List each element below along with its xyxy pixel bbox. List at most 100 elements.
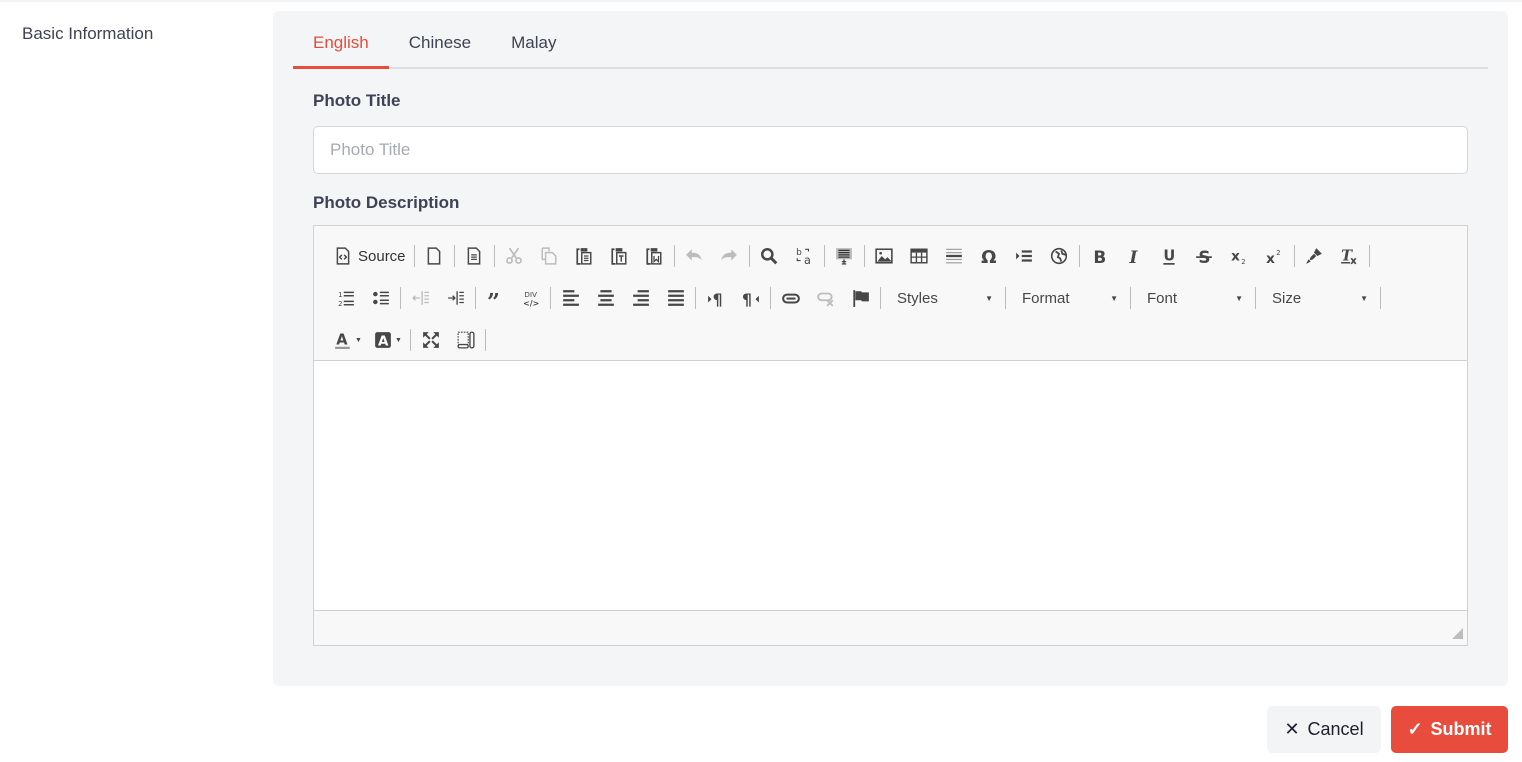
svg-text:x: x xyxy=(1266,251,1275,265)
iframe-button[interactable] xyxy=(1042,241,1077,271)
source-icon xyxy=(336,247,350,265)
svg-text:2: 2 xyxy=(338,300,342,307)
toolbar-separator xyxy=(1130,287,1131,309)
paste-word-button[interactable] xyxy=(637,241,672,271)
editor-content-area[interactable] xyxy=(314,360,1467,611)
toolbar-separator xyxy=(550,287,551,309)
toolbar-separator xyxy=(1368,245,1370,267)
submit-button[interactable]: ✓ Submit xyxy=(1391,706,1508,753)
toolbar-row-3: A ▼ A ▼ xyxy=(328,319,1467,361)
toolbar-separator xyxy=(748,245,750,267)
source-button[interactable]: Source xyxy=(328,241,412,271)
styles-dropdown[interactable]: Styles ▼ xyxy=(883,283,1003,313)
paste-text-button[interactable] xyxy=(602,241,637,271)
photo-description-label: Photo Description xyxy=(313,193,460,212)
preview-button[interactable] xyxy=(457,241,492,271)
svg-text:B: B xyxy=(1093,247,1106,265)
image-button[interactable] xyxy=(867,241,902,271)
toolbar-separator xyxy=(1255,287,1256,309)
replace-button[interactable]: ba xyxy=(787,241,822,271)
svg-text:</>: </> xyxy=(523,299,539,307)
cancel-label: Cancel xyxy=(1307,719,1364,739)
chevron-down-icon: ▼ xyxy=(985,293,993,303)
toolbar-separator xyxy=(413,245,415,267)
section-label: Basic Information xyxy=(22,24,154,43)
page-break-button[interactable] xyxy=(1007,241,1042,271)
anchor-button[interactable] xyxy=(843,283,878,313)
subscript-button[interactable]: x2 xyxy=(1222,241,1257,271)
toolbar-separator xyxy=(1380,287,1381,309)
tab-malay[interactable]: Malay xyxy=(491,29,576,69)
check-icon: ✓ xyxy=(1407,719,1423,739)
tab-english[interactable]: English xyxy=(293,29,389,69)
format-dropdown[interactable]: Format ▼ xyxy=(1008,283,1128,313)
justify-button[interactable] xyxy=(658,283,693,313)
cut-button[interactable] xyxy=(497,241,532,271)
select-all-button[interactable] xyxy=(827,241,862,271)
unlink-button[interactable] xyxy=(808,283,843,313)
show-blocks-button[interactable] xyxy=(448,325,483,355)
svg-text:S: S xyxy=(1198,247,1210,265)
redo-button[interactable] xyxy=(712,241,747,271)
top-divider xyxy=(0,0,1522,2)
svg-text:2: 2 xyxy=(1241,258,1245,265)
size-label: Size xyxy=(1272,289,1302,307)
bg-color-button[interactable]: A ▼ xyxy=(368,325,408,355)
find-button[interactable] xyxy=(752,241,787,271)
bold-icon: B xyxy=(1093,247,1106,265)
svg-text:1: 1 xyxy=(338,291,342,299)
resize-handle[interactable] xyxy=(1452,628,1463,639)
superscript-button[interactable]: x2 xyxy=(1257,241,1292,271)
omega-icon: Ω xyxy=(981,247,996,265)
bold-button[interactable]: B xyxy=(1082,241,1117,271)
numbered-list-icon: 12 xyxy=(338,291,354,307)
undo-icon xyxy=(686,249,702,261)
tab-chinese[interactable]: Chinese xyxy=(389,29,491,69)
photo-title-input[interactable] xyxy=(313,126,1468,174)
outdent-button[interactable] xyxy=(403,283,438,313)
size-dropdown[interactable]: Size ▼ xyxy=(1258,283,1378,313)
copy-icon xyxy=(541,247,557,265)
font-dropdown[interactable]: Font ▼ xyxy=(1133,283,1253,313)
preview-icon xyxy=(467,247,481,265)
rtl-button[interactable]: ¶ xyxy=(733,283,768,313)
align-right-button[interactable] xyxy=(623,283,658,313)
svg-text:Ω: Ω xyxy=(981,247,996,265)
link-button[interactable] xyxy=(773,283,808,313)
create-div-button[interactable]: DIV </> xyxy=(513,283,548,313)
blockquote-button[interactable]: ” xyxy=(478,283,513,313)
bulleted-list-button[interactable] xyxy=(363,283,398,313)
search-icon xyxy=(761,248,778,265)
paste-button[interactable] xyxy=(567,241,602,271)
italic-icon: I xyxy=(1129,247,1139,265)
copy-format-button[interactable] xyxy=(1297,241,1332,271)
cancel-button[interactable]: ✕ Cancel xyxy=(1267,706,1381,753)
show-blocks-icon xyxy=(456,331,475,349)
align-center-button[interactable] xyxy=(588,283,623,313)
table-button[interactable] xyxy=(902,241,937,271)
ltr-button[interactable]: ¶ xyxy=(698,283,733,313)
align-left-button[interactable] xyxy=(553,283,588,313)
italic-button[interactable]: I xyxy=(1117,241,1152,271)
indent-button[interactable] xyxy=(438,283,473,313)
superscript-icon: x2 xyxy=(1266,249,1280,265)
numbered-list-button[interactable]: 12 xyxy=(328,283,363,313)
horizontal-rule-button[interactable] xyxy=(937,241,972,271)
font-label: Font xyxy=(1147,289,1178,307)
toolbar-separator xyxy=(695,287,696,309)
copy-button[interactable] xyxy=(532,241,567,271)
new-page-button[interactable] xyxy=(417,241,452,271)
strikethrough-button[interactable]: S xyxy=(1187,241,1222,271)
remove-format-button[interactable]: T xyxy=(1332,241,1367,271)
toolbar-separator xyxy=(493,245,495,267)
underline-button[interactable]: U xyxy=(1152,241,1187,271)
toolbar-separator xyxy=(485,329,486,351)
special-char-button[interactable]: Ω xyxy=(972,241,1007,271)
paste-icon xyxy=(576,248,592,265)
text-color-button[interactable]: A ▼ xyxy=(328,325,368,355)
maximize-button[interactable] xyxy=(413,325,448,355)
undo-button[interactable] xyxy=(677,241,712,271)
submit-label: Submit xyxy=(1430,719,1492,739)
quote-icon: ” xyxy=(487,289,500,307)
strikethrough-icon: S xyxy=(1196,247,1212,265)
